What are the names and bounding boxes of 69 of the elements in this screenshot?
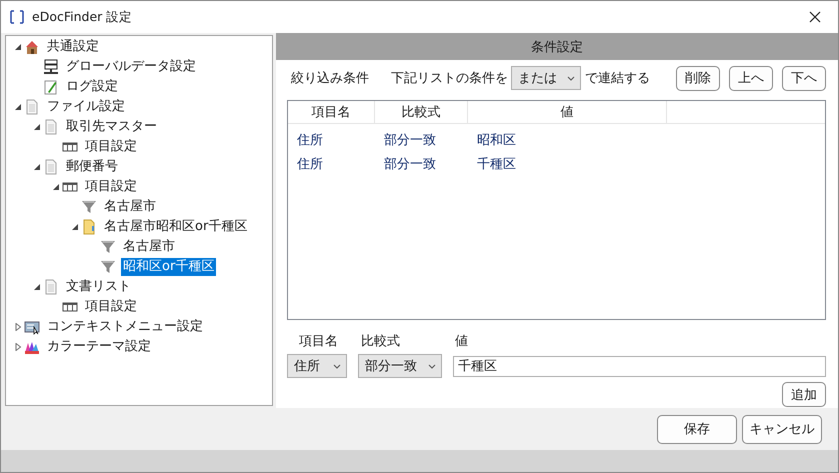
table-cell-text: 部分一致: [383, 156, 437, 173]
collapse-toggle-icon[interactable]: [14, 103, 22, 111]
delete-button[interactable]: 削除: [676, 66, 720, 90]
context-menu-icon: [24, 319, 40, 335]
collapse-toggle-icon[interactable]: [32, 283, 40, 291]
add-button[interactable]: 追加: [782, 382, 826, 407]
column-header[interactable]: 項目名: [288, 101, 375, 123]
table-cell-text: 千種区: [476, 156, 517, 173]
tree-item[interactable]: 項目設定: [83, 298, 139, 316]
down-button[interactable]: 下へ: [782, 66, 826, 90]
field-label: 比較式: [361, 333, 401, 350]
save-button[interactable]: 保存: [657, 414, 737, 444]
server-icon: [43, 59, 59, 75]
cancel-button[interactable]: キャンセル: [742, 414, 822, 444]
collapse-toggle-icon[interactable]: [52, 183, 60, 191]
table-cell-text: 部分一致: [383, 132, 437, 149]
house-icon: [24, 39, 40, 55]
tree-item[interactable]: ログ設定: [64, 78, 120, 96]
tree-item[interactable]: 昭和区or千種区: [121, 258, 216, 276]
tree-item[interactable]: 文書リスト: [64, 278, 133, 296]
field-dropdown[interactable]: 住所: [287, 354, 347, 378]
filter-icon: [100, 259, 116, 275]
close-icon: [809, 11, 821, 23]
collapse-toggle-icon[interactable]: [32, 163, 40, 171]
table-cell-text: 昭和区: [476, 132, 517, 149]
join-label: 下記リストの条件を: [391, 70, 508, 87]
tree-item[interactable]: ファイル設定: [45, 98, 127, 116]
column-header[interactable]: 比較式: [375, 101, 468, 123]
tree-item[interactable]: コンテキストメニュー設定: [45, 318, 205, 336]
tree-item[interactable]: 取引先マスター: [64, 118, 159, 136]
tree-item[interactable]: グローバルデータ設定: [64, 58, 198, 76]
panel-title: 条件設定: [531, 38, 583, 56]
note-pencil-icon: [43, 79, 59, 95]
collapse-toggle-icon[interactable]: [14, 43, 22, 51]
field-label: 項目名: [299, 333, 339, 350]
expand-toggle-icon[interactable]: [14, 323, 22, 331]
folder-icon: [81, 219, 97, 235]
tree-item[interactable]: 項目設定: [83, 178, 139, 196]
chevron-down-icon: [428, 364, 436, 368]
filter-label: 絞り込み条件: [291, 70, 369, 87]
tree-item[interactable]: 郵便番号: [64, 158, 120, 176]
value-input[interactable]: 千種区: [453, 356, 826, 376]
operator-dropdown[interactable]: 部分一致: [358, 354, 442, 378]
collapse-toggle-icon[interactable]: [70, 223, 78, 231]
join-label: で連結する: [585, 70, 650, 87]
document-icon: [43, 119, 59, 135]
tree-item[interactable]: カラーテーマ設定: [45, 338, 153, 356]
tree-item[interactable]: 名古屋市昭和区or千種区: [102, 218, 250, 236]
tree-item[interactable]: 名古屋市: [102, 198, 158, 216]
tree-item[interactable]: 名古屋市: [121, 238, 177, 256]
join-dropdown[interactable]: または: [511, 66, 581, 90]
table-cell-text: 住所: [296, 156, 324, 173]
field-label: 値: [455, 333, 468, 350]
app-icon: [9, 9, 25, 25]
collapse-toggle-icon[interactable]: [32, 123, 40, 131]
chevron-down-icon: [567, 76, 575, 80]
filter-icon: [100, 239, 116, 255]
tree-item[interactable]: 項目設定: [83, 138, 139, 156]
table-cell-text: 住所: [296, 132, 324, 149]
document-icon: [43, 279, 59, 295]
filter-icon: [81, 199, 97, 215]
column-header[interactable]: 値: [468, 101, 667, 123]
expand-toggle-icon[interactable]: [14, 343, 22, 351]
window-title: eDocFinder 設定: [32, 8, 134, 26]
tree-item[interactable]: 共通設定: [45, 38, 101, 56]
document-icon: [43, 159, 59, 175]
up-button[interactable]: 上へ: [729, 66, 773, 90]
document-icon: [24, 99, 40, 115]
chevron-down-icon: [333, 364, 341, 368]
